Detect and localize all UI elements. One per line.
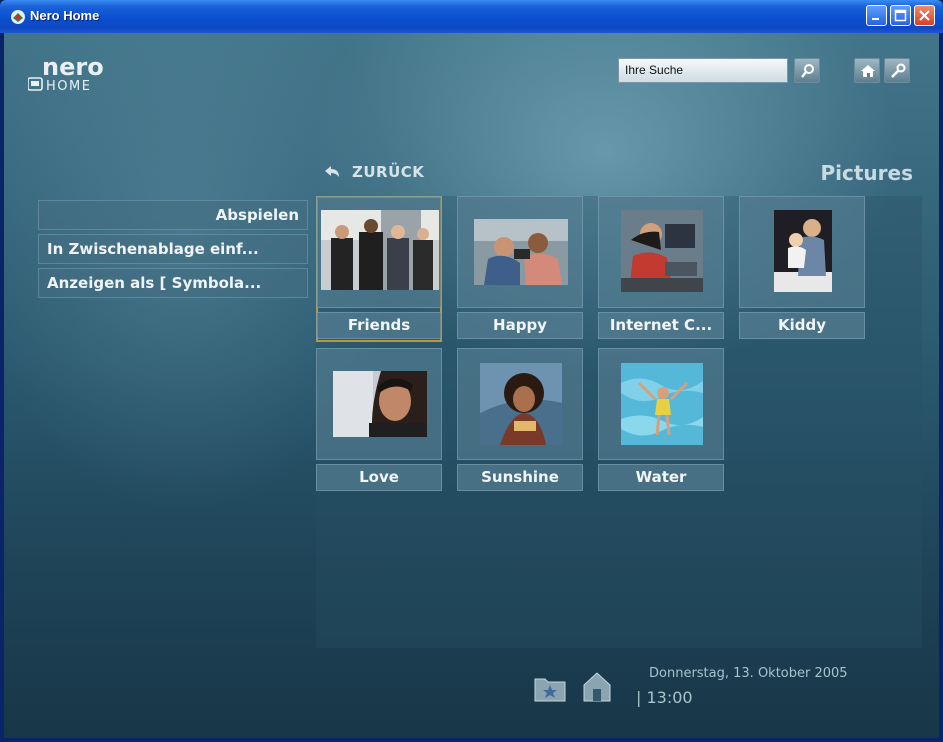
minimize-button[interactable] <box>866 5 887 26</box>
search-icon <box>801 64 814 78</box>
svg-text:nero: nero <box>42 53 104 81</box>
menu-item-play[interactable]: Abspielen <box>38 200 308 230</box>
album-thumbnail <box>598 196 724 308</box>
album-label: Water <box>598 464 724 491</box>
album-label: Friends <box>316 312 442 339</box>
album-tile-friends[interactable]: Friends <box>316 196 442 342</box>
album-thumbnail <box>316 196 442 308</box>
search-button[interactable] <box>794 58 820 83</box>
album-tile-kiddy[interactable]: Kiddy <box>739 196 865 342</box>
album-thumbnail <box>457 196 583 308</box>
nero-app-icon <box>11 10 25 24</box>
album-label: Love <box>316 464 442 491</box>
friends-photo <box>321 210 439 290</box>
album-grid: Friends Happy Internet C... Kiddy Love S… <box>316 196 922 648</box>
album-thumbnail <box>316 348 442 460</box>
close-button[interactable] <box>914 5 935 26</box>
close-icon <box>919 10 930 21</box>
favorites-folder-icon[interactable] <box>534 673 566 703</box>
back-arrow-icon <box>325 166 339 177</box>
album-label: Internet C... <box>598 312 724 339</box>
nero-home-window: Nero Home nero HOME Ihre Suche ZURÜCK Pi… <box>0 0 943 742</box>
water-photo <box>621 363 703 445</box>
happy-photo <box>474 219 568 285</box>
album-thumbnail <box>598 348 724 460</box>
svg-text:HOME: HOME <box>46 79 91 94</box>
album-thumbnail <box>739 196 865 308</box>
menu-item-view-as[interactable]: Anzeigen als [ Symbola... <box>38 268 308 298</box>
minimize-icon <box>872 18 879 20</box>
nero-home-logo: nero HOME <box>27 53 138 97</box>
window-title: Nero Home <box>30 8 100 23</box>
album-label: Happy <box>457 312 583 339</box>
kiddy-photo <box>774 210 832 292</box>
album-tile-love[interactable]: Love <box>316 348 442 494</box>
internet-cafe-photo <box>621 210 703 292</box>
settings-button[interactable] <box>884 58 910 83</box>
sunshine-photo <box>480 363 562 445</box>
search-input[interactable]: Ihre Suche <box>618 58 788 83</box>
album-tile-internet-cafe[interactable]: Internet C... <box>598 196 724 342</box>
album-label: Sunshine <box>457 464 583 491</box>
love-photo <box>333 371 427 437</box>
wrench-icon <box>891 63 906 78</box>
current-time: | 13:00 <box>636 688 693 707</box>
home-icon <box>861 65 875 77</box>
title-bar[interactable]: Nero Home <box>0 0 943 33</box>
current-date: Donnerstag, 13. Oktober 2005 <box>649 666 848 681</box>
album-thumbnail <box>457 348 583 460</box>
home-icon[interactable] <box>582 671 612 703</box>
menu-item-paste-to-clipboard[interactable]: In Zwischenablage einf... <box>38 234 308 264</box>
album-tile-happy[interactable]: Happy <box>457 196 583 342</box>
back-label: ZURÜCK <box>352 163 425 181</box>
home-button[interactable] <box>854 58 880 83</box>
maximize-icon <box>894 9 907 22</box>
section-title: Pictures <box>820 161 914 185</box>
album-tile-water[interactable]: Water <box>598 348 724 494</box>
maximize-button[interactable] <box>890 5 911 26</box>
nero-home-client: nero HOME Ihre Suche ZURÜCK Pictures Abs… <box>4 33 939 738</box>
album-label: Kiddy <box>739 312 865 339</box>
album-tile-sunshine[interactable]: Sunshine <box>457 348 583 494</box>
action-menu: Abspielen In Zwischenablage einf... Anze… <box>38 200 308 302</box>
